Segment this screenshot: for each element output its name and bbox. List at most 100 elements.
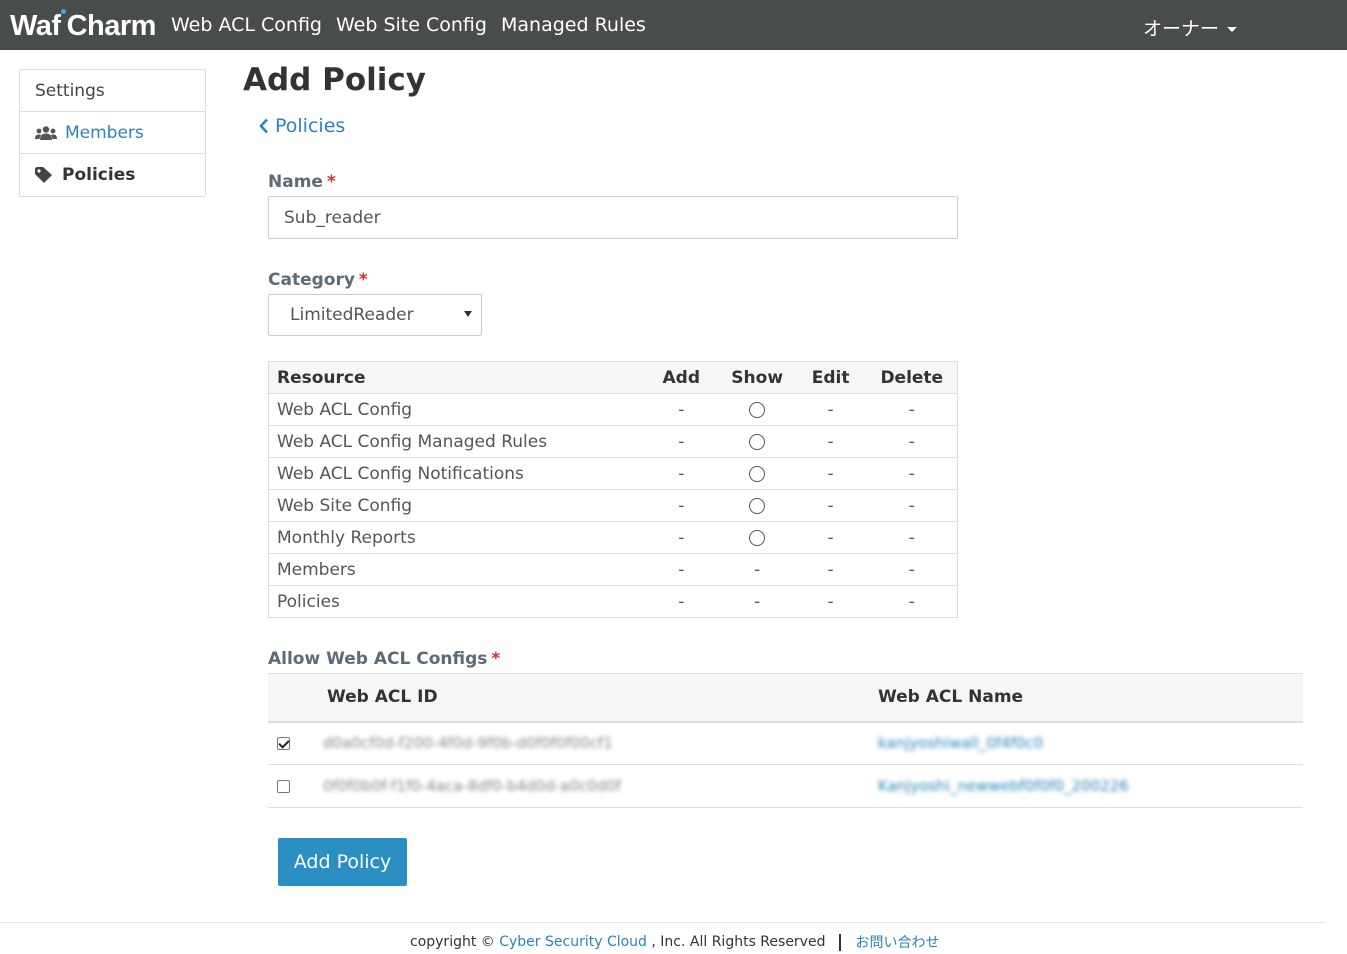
show-cell (719, 521, 795, 554)
top-navbar: Waf Charm Web ACL Config Web Site Config … (0, 0, 1347, 50)
add-policy-button[interactable]: Add Policy (278, 838, 407, 886)
table-row: Web ACL Config - - - (268, 393, 958, 426)
add-cell: - (642, 425, 720, 458)
delete-cell: - (866, 553, 958, 586)
footer: copyright © Cyber Security Cloud , Inc. … (410, 932, 939, 952)
brand-part1: Waf (10, 9, 61, 42)
table-header-row: Web ACL ID Web ACL Name (268, 673, 1303, 723)
caret-down-icon (1227, 27, 1238, 32)
footer-separator (839, 933, 842, 951)
sidebar-item-members[interactable]: Members (20, 112, 205, 154)
back-to-policies-link[interactable]: Policies (259, 115, 345, 137)
web-acl-id: 0f0f0b0f-f1f0-4aca-8df0-b4d0d-a0c0d0f (323, 777, 622, 795)
allow-web-acl-configs-label-text: Allow Web ACL Configs (268, 649, 488, 669)
table-row: Policies - - - - (269, 586, 958, 618)
web-acl-id-cell: 0f0f0b0f-f1f0-4aca-8df0-b4d0d-a0c0d0f (319, 764, 870, 808)
add-cell: - (642, 457, 720, 490)
resource-name: Members (268, 553, 643, 586)
web-acl-checkbox[interactable] (277, 779, 290, 793)
user-menu-dropdown[interactable]: オーナー (1143, 14, 1238, 41)
web-acl-id-cell: d0a0cf0d-f200-4f0d-9f0b-d0f0f0f00cf1 (319, 721, 870, 765)
contact-link[interactable]: お問い合わせ (855, 932, 939, 952)
copyright-prefix: copyright © (410, 934, 495, 950)
table-header-row: Resource Add Show Edit Delete (268, 361, 958, 394)
show-radio[interactable] (749, 465, 766, 482)
resource-name: Web Site Config (268, 489, 643, 522)
brand-logo[interactable]: Waf Charm (10, 9, 156, 43)
add-cell: - (642, 393, 720, 426)
web-acl-name-link[interactable]: Kanjyoshi_newwebf0f0f0_200226 (878, 777, 1129, 795)
sidebar-heading: Settings (20, 70, 205, 112)
show-cell (719, 489, 795, 522)
sidebar-item-label: Members (65, 122, 144, 143)
column-header-web-acl-name: Web ACL Name (870, 673, 1303, 723)
edit-cell: - (794, 425, 867, 458)
show-cell: - (719, 553, 795, 586)
add-cell: - (642, 553, 720, 586)
table-row: Web ACL Config Managed Rules - - - (268, 425, 958, 458)
show-cell: - (754, 591, 761, 612)
category-selected-value: LimitedReader (290, 305, 414, 325)
policy-name-input[interactable] (268, 196, 958, 239)
sidebar-item-policies[interactable]: Policies (20, 154, 205, 196)
edit-cell: - (794, 553, 867, 586)
table-row: Monthly Reports - - - (268, 521, 958, 554)
show-radio[interactable] (749, 497, 766, 514)
show-radio[interactable] (749, 529, 766, 546)
required-marker: * (491, 649, 501, 669)
select-arrow-icon (464, 311, 472, 317)
web-acl-name-cell: kanjyoshiwall_0f4f0c0 (870, 721, 1303, 765)
page-title: Add Policy (243, 62, 427, 98)
add-cell: - (678, 591, 685, 612)
delete-cell: - (908, 591, 915, 612)
column-header-edit: Edit (794, 361, 867, 394)
table-row: 0f0f0b0f-f1f0-4aca-8df0-b4d0d-a0c0d0f Ka… (268, 764, 1303, 808)
web-acl-id: d0a0cf0d-f200-4f0d-9f0b-d0f0f0f00cf1 (323, 734, 613, 753)
chevron-left-icon (259, 118, 268, 134)
settings-sidebar: Settings Members Policies (19, 69, 206, 197)
nav-managed-rules[interactable]: Managed Rules (501, 14, 646, 36)
required-marker: * (326, 172, 336, 192)
tag-icon (35, 166, 52, 183)
show-cell (719, 393, 795, 426)
delete-cell: - (866, 489, 958, 522)
company-link[interactable]: Cyber Security Cloud (499, 934, 647, 950)
resource-name: Policies (277, 591, 340, 612)
edit-cell: - (794, 457, 867, 490)
select-cell (268, 764, 319, 808)
delete-cell: - (866, 393, 958, 426)
web-acl-checkbox[interactable] (277, 736, 290, 750)
edit-cell: - (794, 489, 867, 522)
name-label: Name * (268, 172, 336, 192)
edit-cell: - (794, 521, 867, 554)
user-menu-label: オーナー (1143, 18, 1220, 40)
sidebar-heading-label: Settings (35, 80, 105, 101)
category-select[interactable]: LimitedReader (268, 294, 482, 336)
table-row: Web Site Config - - - (268, 489, 958, 522)
show-radio[interactable] (749, 401, 766, 418)
resource-name: Web ACL Config Managed Rules (268, 425, 643, 458)
add-cell: - (642, 521, 720, 554)
column-header-resource: Resource (268, 361, 643, 394)
permissions-table: Resource Add Show Edit Delete Web ACL Co… (268, 361, 958, 618)
nav-web-site-config[interactable]: Web Site Config (336, 14, 487, 36)
delete-cell: - (866, 457, 958, 490)
edit-cell: - (794, 393, 867, 426)
category-label: Category * (268, 270, 368, 290)
table-row: d0a0cf0d-f200-4f0d-9f0b-d0f0f0f00cf1 kan… (268, 721, 1303, 765)
column-header-select (268, 673, 319, 723)
table-row: Members - - - - (268, 553, 958, 586)
resource-name: Web ACL Config Notifications (268, 457, 643, 490)
delete-cell: - (866, 425, 958, 458)
add-cell: - (642, 489, 720, 522)
web-acl-name-link[interactable]: kanjyoshiwall_0f4f0c0 (878, 734, 1043, 752)
resource-name: Web ACL Config (268, 393, 643, 426)
column-header-add: Add (642, 361, 720, 394)
web-acl-name-cell: Kanjyoshi_newwebf0f0f0_200226 (870, 764, 1303, 808)
brand-part2: Charm (66, 9, 157, 42)
users-icon (35, 125, 57, 140)
back-link-label: Policies (275, 115, 346, 137)
show-radio[interactable] (749, 433, 766, 450)
footer-divider (0, 922, 1325, 923)
nav-web-acl-config[interactable]: Web ACL Config (171, 14, 322, 36)
